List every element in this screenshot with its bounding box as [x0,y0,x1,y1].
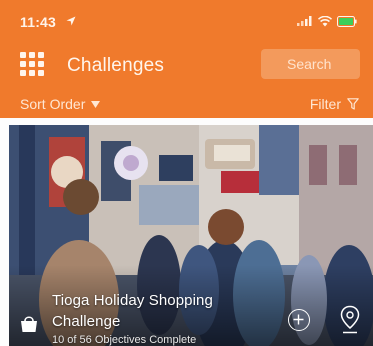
sort-order-label: Sort Order [20,96,86,112]
grid-menu-icon[interactable] [20,52,44,76]
challenge-card[interactable]: Tioga Holiday Shopping Challenge 10 of 5… [9,125,373,346]
filter-label: Filter [309,96,341,112]
signal-icon [297,16,312,26]
battery-icon [337,15,357,27]
filter-button[interactable]: Filter [310,96,359,112]
challenge-progress: 10 of 56 Objectives Complete [52,334,197,346]
sort-order-dropdown[interactable]: Sort Order [20,96,101,112]
shopping-bag-icon [21,316,37,332]
funnel-icon [347,98,359,110]
status-bar: 11:43 [0,0,373,34]
wifi-icon [318,15,332,26]
filter-bar: Sort Order Filter [0,92,373,118]
challenge-title-line-1: Tioga Holiday Shopping [52,292,213,309]
add-icon [293,314,304,325]
status-time: 11:43 [20,14,57,30]
challenge-title-line-2: Challenge [52,313,121,330]
search-button-label: Search [287,56,332,72]
search-button[interactable]: Search [261,49,360,79]
title-row: Challenges Search [0,40,373,86]
location-arrow-icon [66,16,76,26]
map-pin-icon[interactable] [339,305,361,335]
status-icons [297,14,357,28]
app-header: 11:43 Challenges Search Sort Order Filte… [0,0,373,118]
caret-down-icon [91,100,101,108]
page-title: Challenges [67,55,165,76]
add-challenge-button[interactable] [288,309,310,331]
challenges-screen: 11:43 Challenges Search Sort Order Filte… [0,0,373,346]
